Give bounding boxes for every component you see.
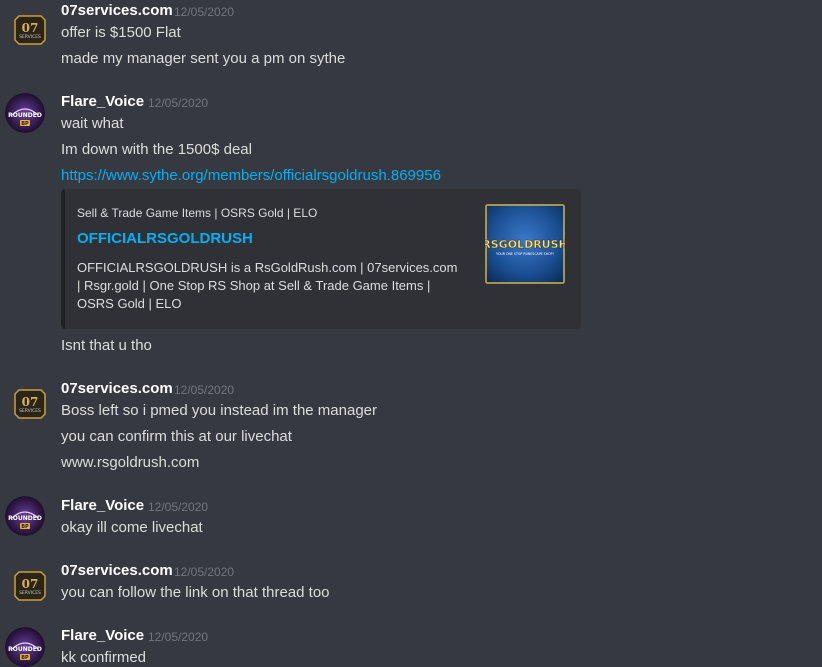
avatar-word: ROUNDED [8,112,42,119]
avatar-badge: BP [21,655,29,661]
thumbnail-title: RSGOLDRUSH [485,238,565,251]
message-author[interactable]: 07services.com [61,562,173,580]
message-timestamp: 12/05/2020 [148,500,209,514]
embed-provider[interactable]: Sell & Trade Game Items | OSRS Gold | EL… [77,206,317,220]
message-text: Boss left so i pmed you instead im the m… [61,402,377,419]
07services-logo-icon[interactable]: 07 SERVICES [10,384,50,424]
message-timestamp: 12/05/2020 [174,5,235,19]
avatar-badge: BP [21,121,29,127]
message-text: wait what [61,115,124,132]
avatar-word: ROUNDED [8,515,42,522]
logo-word: SERVICES [19,590,41,596]
logo-word: SERVICES [19,34,41,40]
07services-logo-icon[interactable]: 07 SERVICES [10,566,50,606]
link-embed: Sell & Trade Game Items | OSRS Gold | EL… [61,189,581,329]
message-text: Im down with the 1500$ deal [61,141,252,158]
message-text: kk confirmed [61,649,147,666]
logo-number: 07 [22,21,39,35]
embed-description: OFFICIALRSGOLDRUSH is a RsGoldRush.com |… [77,260,458,311]
message-timestamp: 12/05/2020 [148,630,209,644]
avatar-word: ROUNDED [8,646,42,653]
flare-voice-avatar-icon[interactable]: ROUNDED BP [5,627,45,667]
message-text: Isnt that u tho [61,337,152,354]
message-text: you can follow the link on that thread t… [61,584,330,601]
logo-number: 07 [22,395,39,409]
message-text: offer is $1500 Flat [61,24,181,41]
message-author[interactable]: Flare_Voice [61,93,144,111]
07services-logo-icon[interactable]: 07 SERVICES [10,10,50,50]
message-author[interactable]: 07services.com [61,2,173,20]
flare-voice-avatar-icon[interactable]: ROUNDED BP [5,93,45,133]
message-author[interactable]: Flare_Voice [61,497,144,515]
message-author[interactable]: Flare_Voice [61,627,144,645]
message-author[interactable]: 07services.com [61,380,173,398]
message-text: okay ill come livechat [61,519,203,536]
avatar-badge: BP [21,524,29,530]
thumbnail-subtitle: YOUR ONE STOP RUNESCAPE SHOP! [496,252,554,256]
flare-voice-avatar-icon[interactable]: ROUNDED BP [5,496,45,536]
logo-number: 07 [22,577,39,591]
message-timestamp: 12/05/2020 [174,565,235,579]
message-text: made my manager sent you a pm on sythe [61,50,346,67]
embed-title[interactable]: OFFICIALRSGOLDRUSH [77,230,253,247]
message-timestamp: 12/05/2020 [148,96,209,110]
message-text: you can confirm this at our livechat [61,428,292,445]
message-timestamp: 12/05/2020 [174,383,235,397]
message-text: www.rsgoldrush.com [61,454,200,471]
logo-word: SERVICES [19,408,41,414]
embed-thumbnail[interactable]: RSGOLDRUSH YOUR ONE STOP RUNESCAPE SHOP! [485,204,565,284]
message-link[interactable]: https://www.sythe.org/members/officialrs… [61,167,441,185]
